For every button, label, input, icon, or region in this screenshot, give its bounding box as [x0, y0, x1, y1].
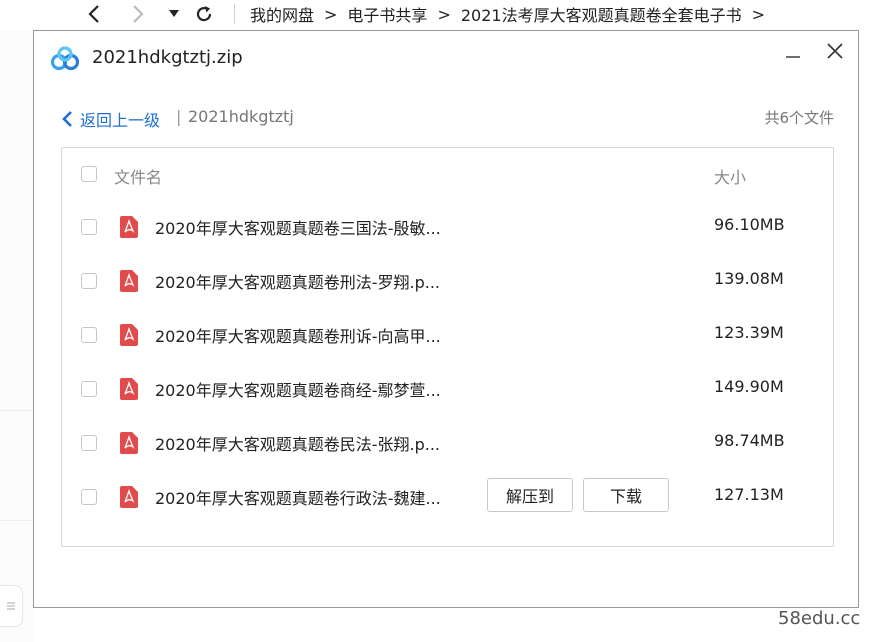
file-row[interactable]: 2020年厚大客观题真题卷刑诉-向高甲... 123.39M — [62, 308, 833, 362]
go-up-link[interactable]: 返回上一级 — [60, 107, 160, 131]
file-row-hovered[interactable]: 2020年厚大客观题真题卷行政法-魏建... 解压到 下载 127.13M — [62, 470, 833, 524]
file-count: 共6个文件 — [764, 109, 834, 127]
row-checkbox[interactable] — [81, 435, 97, 451]
breadcrumb-separator: > — [437, 4, 451, 24]
column-header-size: 大小 — [714, 168, 747, 187]
go-up-label: 返回上一级 — [80, 111, 161, 130]
file-row[interactable]: 2020年厚大客观题真题卷商经-鄢梦萱... 149.90M — [62, 362, 833, 416]
watermark-text: 58edu.cc — [778, 608, 861, 629]
minimize-button[interactable] — [778, 37, 808, 65]
file-name: 2020年厚大客观题真题卷刑诉-向高甲... — [155, 327, 441, 346]
chevron-left-icon — [62, 111, 72, 127]
file-size: 127.13M — [714, 485, 784, 504]
baidu-netdisk-logo-icon — [50, 46, 80, 71]
row-checkbox[interactable] — [81, 273, 97, 289]
row-checkbox[interactable] — [81, 219, 97, 235]
minimize-icon — [786, 56, 800, 58]
file-name: 2020年厚大客观题真题卷行政法-魏建... — [155, 489, 441, 508]
breadcrumb-item-my-drive[interactable]: 我的网盘 — [250, 2, 314, 26]
dialog-path-bar: 返回上一级 | 2021hdkgtztj 共6个文件 — [60, 107, 834, 131]
breadcrumb-item-ebook-share[interactable]: 电子书共享 — [347, 2, 427, 26]
file-row[interactable]: 2020年厚大客观题真题卷刑法-罗翔.p... 139.08M — [62, 254, 833, 308]
zip-preview-dialog: 2021hdkgtztj.zip 返回上一级 | 2021hdkgtztj 共6… — [33, 30, 859, 608]
file-size: 123.39M — [714, 323, 784, 342]
file-size: 139.08M — [714, 269, 784, 288]
close-button[interactable] — [820, 37, 850, 65]
download-button[interactable]: 下载 — [583, 478, 669, 512]
breadcrumb: 我的网盘 > 电子书共享 > 2021法考厚大客观题真题卷全套电子书 > — [250, 2, 775, 26]
forward-button[interactable] — [126, 2, 150, 26]
column-header-name: 文件名 — [114, 168, 163, 187]
refresh-button[interactable] — [192, 2, 216, 26]
back-button[interactable] — [82, 2, 106, 26]
history-dropdown-button[interactable] — [162, 2, 186, 26]
current-folder-name: 2021hdkgtztj — [188, 107, 294, 126]
pdf-file-icon — [120, 324, 138, 346]
background-divider — [0, 520, 34, 521]
dialog-header: 2021hdkgtztj.zip — [34, 31, 858, 89]
top-nav-bar: 我的网盘 > 电子书共享 > 2021法考厚大客观题真题卷全套电子书 > — [0, 0, 877, 30]
row-checkbox[interactable] — [81, 327, 97, 343]
close-icon — [827, 43, 843, 59]
file-list-header: 文件名 大小 — [62, 148, 833, 200]
file-size: 149.90M — [714, 377, 784, 396]
row-checkbox[interactable] — [81, 381, 97, 397]
breadcrumb-separator: > — [751, 4, 765, 24]
file-name: 2020年厚大客观题真题卷商经-鄢梦萱... — [155, 381, 441, 400]
background-divider — [0, 410, 34, 411]
breadcrumb-item-current[interactable]: 2021法考厚大客观题真题卷全套电子书 — [461, 2, 742, 26]
caret-down-icon — [169, 10, 179, 17]
file-size: 96.10MB — [714, 215, 785, 234]
file-name: 2020年厚大客观题真题卷民法-张翔.p... — [155, 435, 440, 454]
select-all-checkbox[interactable] — [81, 166, 97, 182]
nav-divider — [234, 4, 235, 24]
extract-to-button[interactable]: 解压到 — [487, 478, 573, 512]
breadcrumb-separator: > — [324, 4, 338, 24]
file-size: 98.74MB — [714, 431, 785, 450]
file-list: 文件名 大小 2020年厚大客观题真题卷三国法-殷敏... 96.10MB 20… — [61, 147, 834, 547]
list-icon — [7, 602, 15, 610]
dialog-title: 2021hdkgtztj.zip — [92, 47, 243, 68]
pdf-file-icon — [120, 216, 138, 238]
pdf-file-icon — [120, 486, 138, 508]
file-row[interactable]: 2020年厚大客观题真题卷民法-张翔.p... 98.74MB — [62, 416, 833, 470]
row-checkbox[interactable] — [81, 489, 97, 505]
file-name: 2020年厚大客观题真题卷三国法-殷敏... — [155, 219, 441, 238]
pdf-file-icon — [120, 270, 138, 292]
file-name: 2020年厚大客观题真题卷刑法-罗翔.p... — [155, 273, 440, 292]
background-panel — [0, 30, 34, 642]
chevron-right-icon — [133, 5, 144, 23]
path-separator: | — [176, 107, 182, 126]
pdf-file-icon — [120, 378, 138, 400]
background-side-tab[interactable] — [0, 585, 23, 627]
refresh-icon — [196, 6, 212, 22]
file-row[interactable]: 2020年厚大客观题真题卷三国法-殷敏... 96.10MB — [62, 200, 833, 254]
chevron-left-icon — [88, 5, 99, 23]
pdf-file-icon — [120, 432, 138, 454]
